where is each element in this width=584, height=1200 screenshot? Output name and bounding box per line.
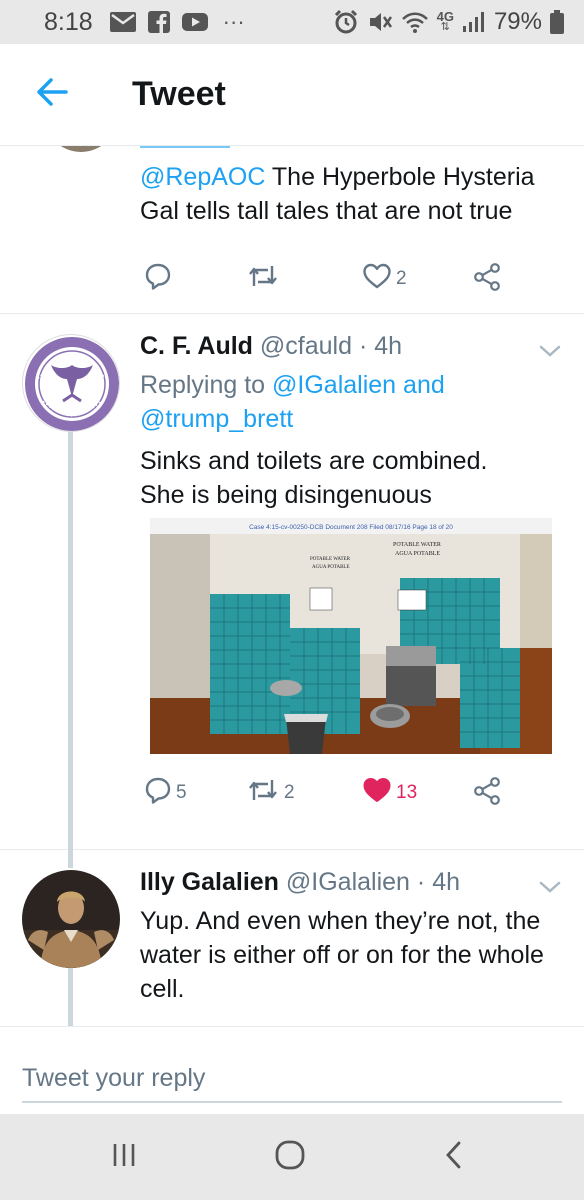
retweet-icon	[246, 776, 280, 810]
tweet-menu-button[interactable]	[538, 880, 562, 899]
reply-button[interactable]	[144, 262, 172, 296]
reply-bar	[0, 1026, 584, 1114]
system-nav-bar	[0, 1114, 584, 1200]
author-name[interactable]: C. F. Auld	[140, 332, 253, 360]
handle-edge	[140, 146, 230, 148]
like-button[interactable]: 13	[362, 776, 417, 810]
home-button[interactable]	[260, 1134, 320, 1180]
youtube-icon	[181, 11, 209, 33]
reply-count: 5	[176, 782, 187, 803]
recent-apps-button[interactable]	[94, 1134, 154, 1180]
avatar[interactable]	[22, 334, 120, 432]
tweet-media-image[interactable]: Case 4:15-cv-00250-DCB Document 208 File…	[150, 518, 552, 754]
tweet-text: @RepAOC The Hyperbole Hysteria Gal tells…	[140, 160, 570, 228]
author-handle[interactable]: @cfauld	[260, 332, 352, 360]
chevron-down-icon	[538, 881, 562, 898]
battery-icon	[550, 10, 564, 34]
battery-percent: 79%	[493, 8, 542, 35]
tweet-text-line: Sinks and toilets are combined.	[140, 447, 488, 475]
tweet-time: · 4h	[416, 868, 461, 896]
replying-prefix: Replying to	[140, 371, 273, 399]
mention-link[interactable]: @IGalalien	[272, 371, 396, 399]
app-header: Tweet	[0, 44, 584, 146]
mention-link[interactable]: @RepAOC	[140, 163, 265, 191]
photo-sign-right-2: AGUA POTABLE	[395, 551, 440, 557]
tweet-time: · 4h	[358, 332, 403, 360]
thread-line	[68, 968, 73, 1026]
photo-sign-left-2: AGUA POTABLE	[312, 565, 350, 570]
share-icon	[472, 262, 502, 298]
wifi-icon	[401, 10, 429, 34]
tweet-author-line: C. F. Auld @cfauld · 4h	[140, 332, 402, 361]
mail-icon	[109, 11, 137, 33]
nav-back-button[interactable]	[424, 1134, 484, 1180]
reply-input[interactable]	[22, 1055, 562, 1103]
seal-avatar-icon	[25, 337, 119, 431]
retweet-icon	[246, 262, 280, 296]
replying-and: and	[396, 371, 445, 399]
page-title: Tweet	[132, 75, 226, 113]
tweet-text: Yup. And even when they’re not, the wate…	[140, 907, 544, 1003]
heart-icon	[362, 262, 392, 296]
reply-button[interactable]: 5	[144, 776, 187, 810]
like-button[interactable]: 2	[362, 262, 407, 296]
back-icon	[444, 1140, 464, 1175]
retweet-count: 2	[284, 782, 295, 803]
tweet-thread[interactable]: @RepAOC The Hyperbole Hysteria Gal tells…	[0, 146, 584, 1026]
tweet-cfauld[interactable]: C. F. Auld @cfauld · 4h Replying to @IGa…	[0, 314, 584, 858]
photo-sign-left-1: POTABLE WATER	[310, 557, 351, 562]
author-handle[interactable]: @IGalalien	[286, 868, 410, 896]
avatar[interactable]	[44, 146, 118, 152]
tweet-previous[interactable]: @RepAOC The Hyperbole Hysteria Gal tells…	[0, 146, 584, 314]
thread-line	[68, 428, 73, 858]
recent-apps-icon	[109, 1141, 139, 1174]
more-notifications: ···	[222, 9, 245, 34]
thread-line	[68, 850, 73, 868]
photo-case-header: Case 4:15-cv-00250-DCB Document 208 File…	[249, 524, 453, 531]
tweet-text-line: She is being disingenuous	[140, 481, 432, 509]
back-button[interactable]	[0, 44, 104, 146]
retweet-button[interactable]: 2	[246, 776, 295, 810]
tweet-text: Sinks and toilets are combined. She is b…	[140, 444, 560, 512]
status-time: 8:18	[44, 7, 93, 36]
tweet-menu-button[interactable]	[538, 344, 562, 363]
avatar[interactable]	[22, 870, 120, 968]
chevron-down-icon	[538, 345, 562, 362]
back-arrow-icon	[35, 77, 69, 112]
profile-photo-icon	[22, 870, 120, 968]
tweet-igalalien[interactable]: Illy Galalien @IGalalien · 4h Yup. And e…	[0, 850, 584, 1026]
home-icon	[274, 1139, 306, 1176]
share-button[interactable]	[472, 776, 502, 812]
replying-to: Replying to @IGalalien and @trump_brett	[140, 368, 560, 436]
share-button[interactable]	[472, 262, 502, 298]
reply-icon	[144, 262, 172, 296]
facebook-icon	[147, 10, 171, 34]
alarm-icon	[333, 9, 359, 35]
network-type: 4G ⇅	[436, 9, 454, 33]
share-icon	[472, 776, 502, 812]
photo-sign-right-1: POTABLE WATER	[393, 542, 441, 548]
status-bar: 8:18 ··· 4G ⇅ 79%	[0, 0, 584, 44]
retweet-button[interactable]	[246, 262, 280, 296]
heart-filled-icon	[362, 776, 392, 810]
reply-icon	[144, 776, 172, 810]
restroom-photo: Case 4:15-cv-00250-DCB Document 208 File…	[150, 518, 552, 754]
tweet-author-line: Illy Galalien @IGalalien · 4h	[140, 868, 460, 897]
like-count: 13	[396, 782, 418, 803]
mention-link[interactable]: @trump_brett	[140, 405, 293, 433]
author-name[interactable]: Illy Galalien	[140, 868, 279, 896]
like-count: 2	[396, 268, 407, 289]
mute-icon	[367, 10, 393, 34]
signal-icon	[462, 11, 486, 33]
